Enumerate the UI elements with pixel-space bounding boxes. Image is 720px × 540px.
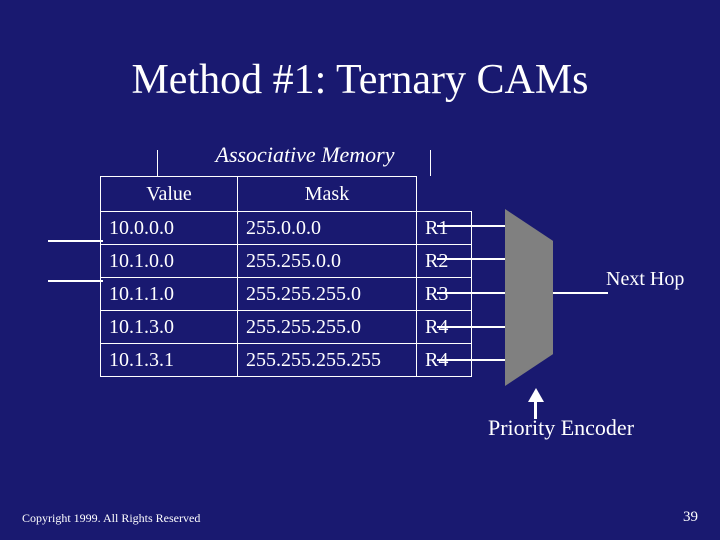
- match-line-4: [437, 326, 505, 328]
- input-line-1: [48, 240, 103, 242]
- table-row: 10.1.1.0 255.255.255.0 R3: [101, 278, 472, 311]
- output-line: [553, 292, 608, 294]
- associative-memory-label: Associative Memory: [170, 142, 440, 168]
- cell-value: 10.0.0.0: [101, 212, 238, 245]
- cell-mask: 255.255.0.0: [238, 245, 417, 278]
- cell-result: R2: [417, 245, 472, 278]
- cell-mask: 255.255.255.255: [238, 344, 417, 377]
- header-empty: [417, 177, 472, 212]
- cell-value: 10.1.3.0: [101, 311, 238, 344]
- cell-mask: 255.255.255.0: [238, 278, 417, 311]
- header-value: Value: [101, 177, 238, 212]
- table-row: 10.0.0.0 255.0.0.0 R1: [101, 212, 472, 245]
- table-row: 10.1.0.0 255.255.0.0 R2: [101, 245, 472, 278]
- cell-value: 10.1.1.0: [101, 278, 238, 311]
- priority-encoder-label: Priority Encoder: [488, 415, 634, 441]
- cell-mask: 255.0.0.0: [238, 212, 417, 245]
- next-hop-label: Next Hop: [606, 268, 684, 291]
- cell-value: 10.1.0.0: [101, 245, 238, 278]
- match-line-5: [437, 359, 505, 361]
- slide-title: Method #1: Ternary CAMs: [0, 56, 720, 104]
- header-mask: Mask: [238, 177, 417, 212]
- cell-result: R3: [417, 278, 472, 311]
- match-line-3: [437, 292, 505, 294]
- priority-encoder-arrow-head: [528, 388, 544, 402]
- table-row: 10.1.3.0 255.255.255.0 R4: [101, 311, 472, 344]
- table-row: 10.1.3.1 255.255.255.255 R4: [101, 344, 472, 377]
- associative-bracket-left: [157, 150, 158, 176]
- input-line-2: [48, 280, 103, 282]
- slide: Method #1: Ternary CAMs Associative Memo…: [0, 0, 720, 540]
- cell-result: R1: [417, 212, 472, 245]
- match-line-1: [437, 225, 505, 227]
- cam-table: Value Mask 10.0.0.0 255.0.0.0 R1 10.1.0.…: [100, 176, 472, 377]
- cam-table-grid: Value Mask 10.0.0.0 255.0.0.0 R1 10.1.0.…: [100, 176, 472, 377]
- associative-bracket-right: [430, 150, 431, 176]
- cell-mask: 255.255.255.0: [238, 311, 417, 344]
- cell-value: 10.1.3.1: [101, 344, 238, 377]
- table-header-row: Value Mask: [101, 177, 472, 212]
- priority-encoder-shape: [505, 209, 553, 386]
- match-line-2: [437, 258, 505, 260]
- page-number: 39: [683, 509, 698, 526]
- copyright-text: Copyright 1999. All Rights Reserved: [22, 511, 200, 526]
